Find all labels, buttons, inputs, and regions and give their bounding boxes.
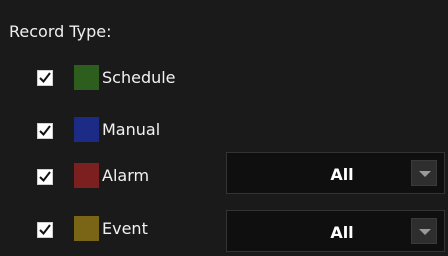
schedule-label: Schedule [102,68,176,87]
chevron-down-icon [419,171,431,177]
alarm-color-swatch [74,163,99,188]
event-color-swatch [74,216,99,241]
record-type-row-schedule: Schedule [0,59,448,99]
checkmark-icon [39,72,51,84]
chevron-down-icon [419,229,431,235]
event-filter-dropdown[interactable]: All [226,210,445,252]
manual-checkbox[interactable] [37,123,53,139]
schedule-color-swatch [74,65,99,90]
alarm-label: Alarm [102,166,150,185]
checkmark-icon [39,224,51,236]
checkmark-icon [39,125,51,137]
manual-color-swatch [74,117,99,142]
event-dropdown-button[interactable] [411,218,437,244]
schedule-checkbox[interactable] [37,70,53,86]
record-type-row-manual: Manual [0,110,448,150]
alarm-filter-dropdown[interactable]: All [226,152,445,194]
alarm-checkbox[interactable] [37,169,53,185]
alarm-dropdown-button[interactable] [411,160,437,186]
record-type-title: Record Type: [9,22,112,41]
event-label: Event [102,219,148,238]
manual-label: Manual [102,120,161,139]
checkmark-icon [39,171,51,183]
event-checkbox[interactable] [37,222,53,238]
